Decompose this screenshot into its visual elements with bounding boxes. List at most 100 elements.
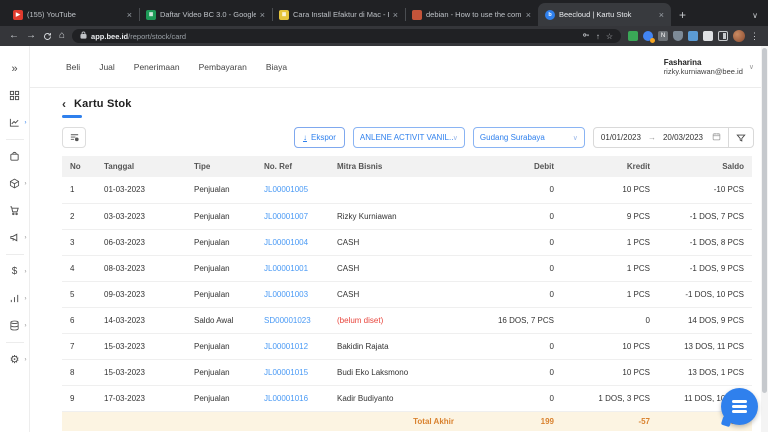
nav-item-biaya[interactable]: Biaya [266, 62, 287, 72]
back-nav-icon[interactable]: ← [9, 31, 19, 41]
cell-tanggal: 09-03-2023 [96, 281, 186, 307]
share-icon[interactable]: ↑ [596, 32, 600, 41]
column-settings-button[interactable] [62, 127, 86, 148]
total-empty-cell [186, 411, 256, 431]
profile-avatar[interactable] [733, 30, 745, 42]
cell-kredit: 10 PCS [562, 333, 658, 359]
cell-kredit: 1 PCS [562, 281, 658, 307]
settings-gear-icon[interactable]: ⚙ › [0, 346, 30, 373]
user-menu[interactable]: Fasharina rizky.kurniawan@bee.id ∨ [664, 58, 754, 76]
analytics-bars-icon[interactable]: › [0, 285, 30, 312]
tab-close-icon[interactable]: × [260, 10, 265, 20]
efaktur-doc-icon: ≣ [279, 10, 289, 20]
browser-tab[interactable]: debian - How to use the comm× [405, 3, 538, 26]
ref-link[interactable]: JL00001007 [264, 212, 308, 221]
extension-n-icon[interactable]: N [658, 31, 668, 41]
cell-no-ref: JL00001012 [256, 333, 329, 359]
extension-translate-icon[interactable] [643, 31, 653, 41]
bookmark-star-icon[interactable]: ☆ [606, 32, 613, 41]
chevron-right-icon: › [25, 235, 27, 241]
new-tab-button[interactable]: + [679, 8, 686, 22]
cell-no-ref: JL00001016 [256, 385, 329, 411]
table-row: 408-03-2023PenjualanJL00001001CASH01 PCS… [62, 255, 752, 281]
chat-widget-button[interactable] [721, 388, 758, 425]
date-end-input[interactable]: 20/03/2023 [656, 133, 710, 142]
cell-no: 6 [62, 307, 96, 333]
nav-item-pembayaran[interactable]: Pembayaran [199, 62, 247, 72]
reload-icon[interactable] [43, 32, 52, 41]
ref-link[interactable]: SD00001023 [264, 316, 311, 325]
extension-reader-icon[interactable] [688, 31, 698, 41]
database-icon[interactable]: › [0, 312, 30, 339]
extension-shield-icon[interactable] [673, 31, 683, 41]
inventory-cube-icon[interactable]: › [0, 170, 30, 197]
finance-dollar-icon[interactable]: $ › [0, 258, 30, 285]
cell-kredit: 0 [562, 307, 658, 333]
chat-lines-icon [732, 410, 747, 413]
ref-link[interactable]: JL00001005 [264, 185, 308, 194]
cell-debit: 0 [462, 359, 562, 385]
product-select[interactable]: ANLENE ACTIVIT VANIL... ∨ [353, 127, 465, 148]
date-range-picker[interactable]: 01/01/2023 → 20/03/2023 [593, 127, 754, 148]
column-header: No. Ref [256, 156, 329, 177]
table-row: 614-03-2023Saldo AwalSD00001023(belum di… [62, 307, 752, 333]
user-name: Fasharina [664, 58, 743, 67]
app-top-nav: Beli Jual Penerimaan Pembayaran Biaya Fa… [30, 46, 768, 88]
scrollbar-thumb[interactable] [762, 48, 767, 393]
browser-tab[interactable]: ≣Daftar Video BC 3.0 - Google S× [139, 3, 272, 26]
table-row: 815-03-2023PenjualanJL00001015Budi Eko L… [62, 359, 752, 385]
table-row: 203-03-2023PenjualanJL00001007Rizky Kurn… [62, 203, 752, 229]
dashboard-grid-icon[interactable] [0, 82, 30, 109]
cell-debit: 0 [462, 333, 562, 359]
ref-link[interactable]: JL00001004 [264, 238, 308, 247]
browser-tab[interactable]: ▶(155) YouTube× [6, 3, 139, 26]
nav-item-penerimaan[interactable]: Penerimaan [134, 62, 180, 72]
purchases-cart-icon[interactable] [0, 197, 30, 224]
chevron-right-icon: › [25, 323, 27, 329]
extensions-puzzle-icon[interactable] [703, 31, 713, 41]
cell-debit: 0 [462, 255, 562, 281]
export-button[interactable]: ↓ Ekspor [294, 127, 345, 148]
warehouse-select[interactable]: Gudang Surabaya ∨ [473, 127, 585, 148]
column-header: Kredit [562, 156, 658, 177]
password-key-icon[interactable] [582, 31, 590, 41]
side-panel-icon[interactable] [718, 31, 728, 41]
extensions-cluster: N ⋮ [628, 30, 759, 42]
address-bar[interactable]: app.bee.id/report/stock/card ↑ ☆ [72, 29, 621, 43]
ref-link[interactable]: JL00001016 [264, 394, 308, 403]
title-accent-bar [62, 115, 82, 118]
filter-funnel-button[interactable] [729, 127, 753, 148]
ref-link[interactable]: JL00001001 [264, 264, 308, 273]
total-empty-cell [96, 411, 186, 431]
browser-tab[interactable]: bBeecloud | Kartu Stok× [538, 3, 671, 26]
tab-close-icon[interactable]: × [526, 10, 531, 20]
chevron-down-icon: ∨ [573, 134, 578, 142]
home-icon[interactable]: ⌂ [59, 31, 65, 41]
ref-link[interactable]: JL00001003 [264, 290, 308, 299]
pos-bag-icon[interactable] [0, 143, 30, 170]
total-empty-cell [62, 411, 96, 431]
expand-double-chevron-icon[interactable]: » [0, 55, 30, 82]
extension-leaf-icon[interactable] [628, 31, 638, 41]
nav-item-beli[interactable]: Beli [66, 62, 80, 72]
chevron-right-icon: › [25, 181, 27, 187]
date-start-input[interactable]: 01/01/2023 [594, 133, 648, 142]
reports-chart-icon[interactable]: › [0, 109, 30, 136]
tab-close-icon[interactable]: × [659, 10, 664, 20]
cell-debit: 0 [462, 203, 562, 229]
cell-no-ref: JL00001001 [256, 255, 329, 281]
menu-kebab-icon[interactable]: ⋮ [750, 31, 759, 42]
back-button[interactable]: ‹ [62, 97, 66, 111]
browser-tab[interactable]: ≣Cara Install Efaktur di Mac - Bl× [272, 3, 405, 26]
tab-close-icon[interactable]: × [127, 10, 132, 20]
nav-item-jual[interactable]: Jual [99, 62, 115, 72]
forward-nav-icon[interactable]: → [26, 31, 36, 41]
marketing-megaphone-icon[interactable]: › [0, 224, 30, 251]
cell-kredit: 9 PCS [562, 203, 658, 229]
tab-close-icon[interactable]: × [393, 10, 398, 20]
page-scrollbar[interactable] [761, 46, 768, 432]
tab-search-caret-icon[interactable]: ∨ [752, 11, 758, 20]
cell-tipe: Penjualan [186, 203, 256, 229]
ref-link[interactable]: JL00001015 [264, 368, 308, 377]
ref-link[interactable]: JL00001012 [264, 342, 308, 351]
